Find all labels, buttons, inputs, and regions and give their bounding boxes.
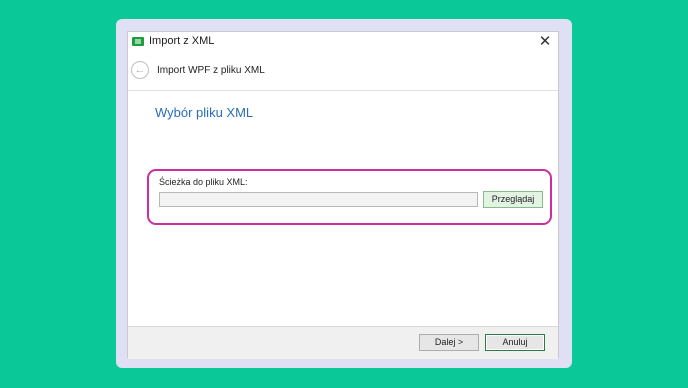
wizard-header: ← Import WPF z pliku XML <box>128 54 558 91</box>
back-arrow-icon[interactable]: ← <box>131 61 149 79</box>
title-bar: Import z XML ✕ <box>128 32 558 52</box>
file-path-label: Ścieżka do pliku XML: <box>159 177 248 187</box>
browse-button[interactable]: Przeglądaj <box>483 191 543 208</box>
cancel-button[interactable]: Anuluj <box>485 334 545 351</box>
window-title: Import z XML <box>149 35 215 47</box>
next-button[interactable]: Dalej > <box>419 334 479 351</box>
close-icon[interactable]: ✕ <box>534 32 556 52</box>
page-heading: Wybór pliku XML <box>155 105 254 120</box>
wizard-title: Import WPF z pliku XML <box>157 65 265 76</box>
dialog-footer: Dalej > Anuluj <box>128 326 558 359</box>
file-path-input[interactable] <box>159 192 478 207</box>
import-dialog: Import z XML ✕ ← Import WPF z pliku XML … <box>127 31 559 359</box>
app-icon <box>132 37 144 46</box>
